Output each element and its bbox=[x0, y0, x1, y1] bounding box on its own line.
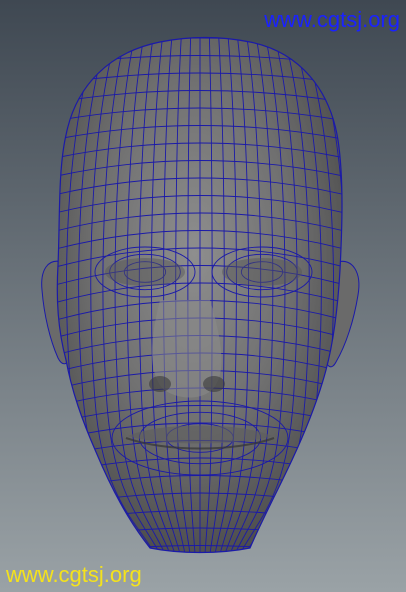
watermark-top: www.cgtsj.org bbox=[264, 7, 400, 32]
3d-viewport[interactable]: www.cgtsj.org www.cgtsj.org bbox=[0, 0, 406, 592]
head-model-mesh[interactable] bbox=[0, 0, 406, 592]
watermark-bottom: www.cgtsj.org bbox=[6, 562, 142, 587]
